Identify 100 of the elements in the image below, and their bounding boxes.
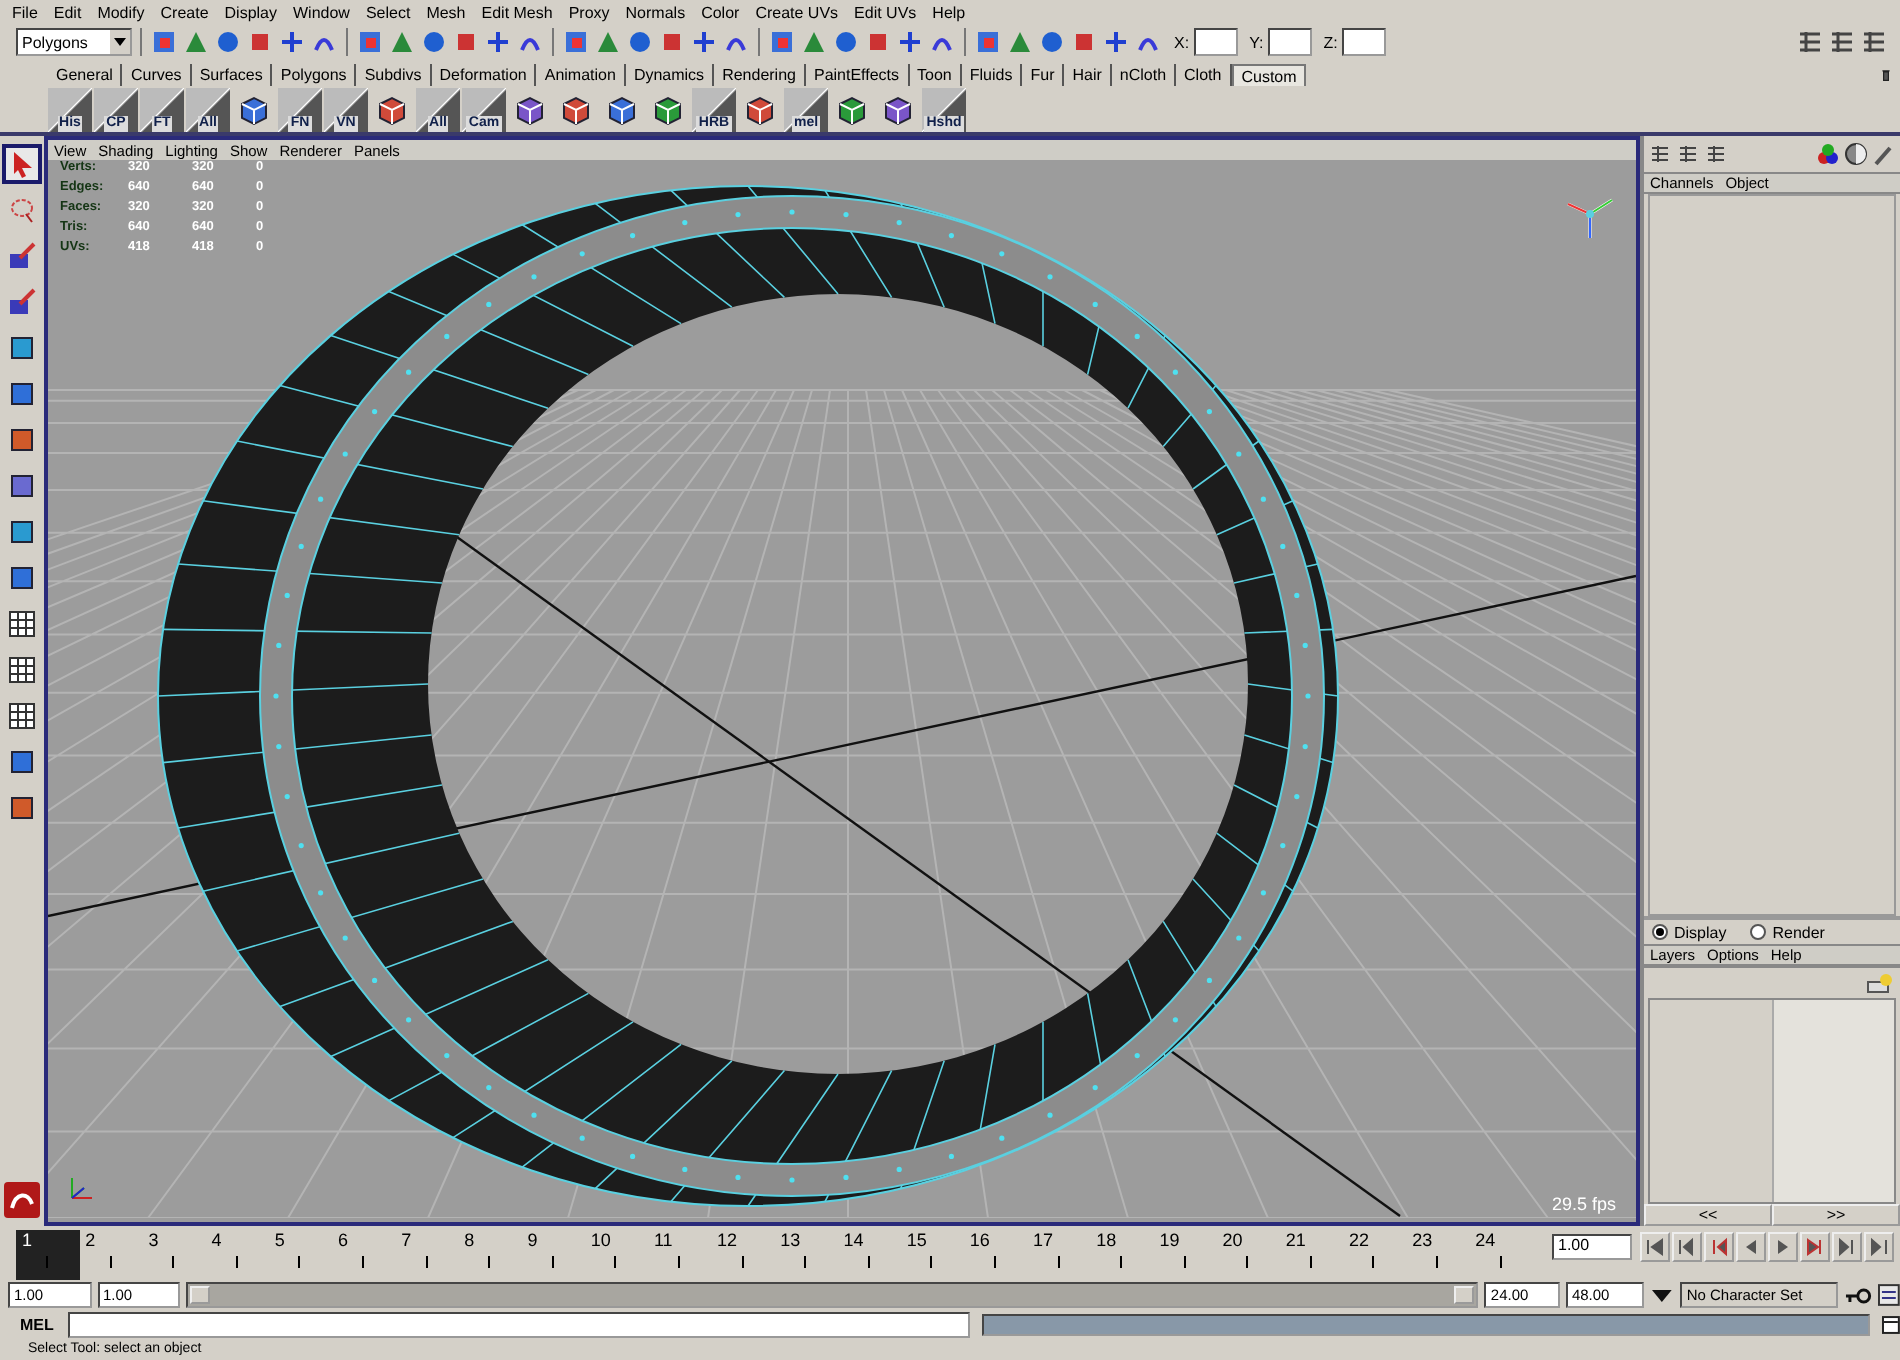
menu-item[interactable]: Edit Mesh	[473, 3, 561, 21]
triangle-icon[interactable]	[800, 28, 828, 56]
range-slider-handle[interactable]	[190, 1286, 210, 1304]
current-frame-marker[interactable]: 1	[16, 1230, 80, 1280]
color-balls-icon[interactable]	[1816, 142, 1840, 166]
menu-item[interactable]: Normals	[617, 3, 694, 21]
circle-icon[interactable]	[214, 28, 242, 56]
square-icon[interactable]	[562, 28, 590, 56]
scroll-button[interactable]: >>	[1772, 1204, 1900, 1226]
circle-icon[interactable]	[420, 28, 448, 56]
circle-icon[interactable]	[626, 28, 654, 56]
menu-item[interactable]: Edit	[45, 3, 90, 21]
select-tool-button[interactable]	[2, 144, 42, 184]
dropdown-arrow-icon[interactable]	[1650, 1285, 1675, 1305]
coordinate-field[interactable]	[1267, 28, 1312, 56]
key-icon[interactable]	[1844, 1285, 1873, 1305]
square-icon[interactable]	[150, 28, 178, 56]
plus-icon[interactable]	[484, 28, 512, 56]
sphere-icon[interactable]	[1844, 142, 1868, 166]
plus-icon[interactable]	[278, 28, 306, 56]
radio-button[interactable]	[1750, 924, 1767, 940]
circle-icon[interactable]	[832, 28, 860, 56]
menu-item[interactable]: Edit UVs	[846, 3, 925, 21]
playback-button[interactable]	[1864, 1232, 1894, 1262]
coordinate-field[interactable]	[1193, 28, 1238, 56]
frame-number: 22	[1348, 1230, 1369, 1250]
scroll-button[interactable]: <<	[1644, 1204, 1772, 1226]
layout-icon[interactable]	[1648, 142, 1672, 166]
shelf-tab[interactable]: Deformation	[431, 64, 537, 86]
shelf-tab[interactable]: nCloth	[1111, 64, 1177, 86]
playback-button[interactable]	[1672, 1232, 1702, 1262]
command-input-field[interactable]	[67, 1312, 970, 1338]
layout-icon[interactable]	[1676, 142, 1700, 166]
square-icon[interactable]	[974, 28, 1002, 56]
menu-item[interactable]: Proxy	[560, 3, 618, 21]
plus-icon[interactable]	[896, 28, 924, 56]
square-icon[interactable]	[768, 28, 796, 56]
shelf-tab[interactable]: Animation	[536, 64, 626, 86]
shelf-tab[interactable]: Subdivs	[356, 64, 432, 86]
square-icon[interactable]	[1070, 28, 1098, 56]
playback-button[interactable]	[1704, 1232, 1734, 1262]
playback-button[interactable]	[1800, 1232, 1830, 1262]
shelf-tab[interactable]: Curves	[122, 64, 192, 86]
shelf-tab[interactable]: Dynamics	[625, 64, 715, 86]
playback-button[interactable]	[1640, 1232, 1670, 1262]
layout-icon[interactable]	[1704, 142, 1728, 166]
triangle-icon[interactable]	[1006, 28, 1034, 56]
menu-item[interactable]: Mesh	[418, 3, 474, 21]
square-icon[interactable]	[356, 28, 384, 56]
shelf-tab[interactable]: General	[48, 64, 123, 86]
current-time-field[interactable]: 1.00	[1552, 1234, 1632, 1260]
layout-icon[interactable]	[1828, 28, 1856, 56]
menu-item[interactable]: Select	[357, 3, 419, 21]
triangle-icon[interactable]	[182, 28, 210, 56]
menu-item[interactable]: Help	[924, 3, 974, 21]
grid-icon	[8, 656, 36, 684]
menu-item[interactable]: Display	[216, 3, 285, 21]
shelf-tab[interactable]: Rendering	[714, 64, 806, 86]
triangle-icon[interactable]	[388, 28, 416, 56]
square-icon[interactable]	[658, 28, 686, 56]
shelf-tab[interactable]: Custom	[1231, 64, 1307, 86]
range-slider-track[interactable]	[186, 1282, 1479, 1308]
shelf-tab[interactable]: Hair	[1064, 64, 1112, 86]
menu-item[interactable]: File	[4, 3, 46, 21]
circle-icon[interactable]	[1038, 28, 1066, 56]
menu-item[interactable]: Create	[152, 3, 217, 21]
menu-item[interactable]: Color	[693, 3, 748, 21]
time-slider[interactable]: 1 2 3 4 5 6 7 8 9 10 11 12 13 14 15 16 17 18 19 20 21 22 23 24	[16, 1230, 1536, 1280]
coordinate-field[interactable]	[1341, 28, 1386, 56]
script-editor-icon[interactable]	[1882, 1316, 1900, 1334]
preferences-icon[interactable]	[1878, 1284, 1900, 1306]
frame-number: 7	[401, 1230, 412, 1250]
shelf-tab[interactable]: Polygons	[272, 64, 357, 86]
range-slider-handle[interactable]	[1454, 1286, 1475, 1304]
layout-icon[interactable]	[1860, 28, 1888, 56]
shelf-tab[interactable]: Fluids	[961, 64, 1023, 86]
menu-item[interactable]: Create UVs	[747, 3, 847, 21]
playback-button[interactable]	[1736, 1232, 1766, 1262]
triangle-icon[interactable]	[594, 28, 622, 56]
layout-icon[interactable]	[1796, 28, 1824, 56]
shelf-tab[interactable]: Fur	[1022, 64, 1065, 86]
square-icon	[8, 426, 36, 454]
radio-button[interactable]	[1652, 924, 1668, 940]
square-icon[interactable]	[246, 28, 274, 56]
new-layer-icon[interactable]	[1866, 971, 1894, 995]
plus-icon[interactable]	[690, 28, 718, 56]
menu-item[interactable]: Window	[285, 3, 358, 21]
shelf-tab[interactable]: PaintEffects	[805, 64, 910, 86]
menu-item[interactable]: Modify	[89, 3, 153, 21]
shelf-tab[interactable]: Toon	[909, 64, 962, 86]
scroll-bar[interactable]	[1771, 1000, 1894, 1202]
shelf-tab[interactable]: Surfaces	[191, 64, 273, 86]
square-icon[interactable]	[864, 28, 892, 56]
plus-icon[interactable]	[1102, 28, 1130, 56]
frame-number: 18	[1096, 1230, 1117, 1250]
menu-set-dropdown[interactable]: Polygons	[16, 28, 132, 56]
square-icon	[8, 380, 36, 408]
square-icon[interactable]	[452, 28, 480, 56]
playback-button[interactable]	[1832, 1232, 1862, 1262]
playback-button[interactable]	[1768, 1232, 1798, 1262]
